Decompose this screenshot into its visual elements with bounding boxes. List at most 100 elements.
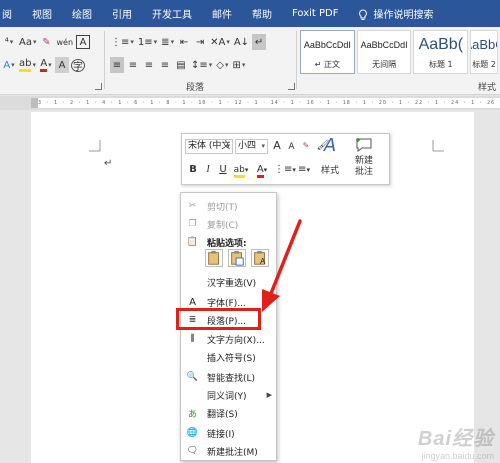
style-no-spacing[interactable]: AaBbCcDdI 无间隔 <box>356 30 412 74</box>
tab-developer[interactable]: 开发工具 <box>142 6 202 21</box>
bold-button[interactable]: B <box>187 163 199 177</box>
text-effects-icon[interactable]: A <box>2 57 16 73</box>
justify-icon[interactable]: ≡ <box>158 57 172 73</box>
borders-icon[interactable]: ⊞ <box>232 57 247 73</box>
paste-text-only-icon[interactable]: A <box>251 249 269 267</box>
line-spacing-icon[interactable]: ↕≡ <box>190 57 213 73</box>
mini-highlight-color-icon[interactable]: ab▾ <box>232 163 250 178</box>
align-right-icon[interactable]: ≡ <box>142 57 156 73</box>
change-case-label: Aa <box>19 36 32 48</box>
menu-item-link[interactable]: 🌐 链接(I) <box>181 424 276 442</box>
link-icon: 🌐 <box>186 428 199 438</box>
numbering-icon[interactable]: 1≡ <box>137 34 158 50</box>
tell-me-search[interactable]: 操作说明搜索 <box>348 6 443 21</box>
align-left-icon[interactable]: ≡ <box>110 57 124 73</box>
style-heading-2[interactable]: AaBbC 标题 2 <box>470 30 499 74</box>
menu-item-reconvert[interactable]: 汉字重选(V) <box>181 273 276 291</box>
style-normal[interactable]: AaBbCcDdI ↵ 正文 <box>300 30 355 74</box>
new-comment-icon[interactable] <box>355 138 373 152</box>
decrease-indent-icon[interactable]: ⇤ <box>177 34 191 50</box>
new-comment-label[interactable]: 新建 批注 <box>350 156 378 178</box>
menu-item-label: 智能查找(L) <box>207 373 256 384</box>
font-color-icon[interactable]: A <box>39 57 53 73</box>
menu-item-synonyms[interactable]: 同义词(Y) ▶ <box>181 386 276 404</box>
bullets-icon[interactable]: ⋮≡ <box>110 34 135 50</box>
highlight-color-icon[interactable]: ab <box>18 57 37 73</box>
group-separator <box>104 31 105 89</box>
mini-font-name-select[interactable]: 宋体 (中文 <box>185 139 233 154</box>
menu-item-label: 翻译(S) <box>207 409 238 420</box>
menu-item-smart-lookup[interactable]: 🔍 智能查找(L) <box>181 368 276 386</box>
style-name: ↵ 正文 <box>314 59 340 69</box>
paragraph-row-1: ⋮≡ 1≡ ≣ ⇤ ⇥ ✕A A↓ ↵ <box>110 33 267 51</box>
paste-merge-formatting-icon[interactable] <box>228 249 246 267</box>
font-row-1: ⁴ Aa ✎ wén A <box>2 33 91 51</box>
increase-indent-icon[interactable]: ⇥ <box>193 34 207 50</box>
phonetic-guide-button[interactable]: wén <box>55 34 74 50</box>
menu-item-insert-symbol[interactable]: 插入符号(S) <box>181 348 276 366</box>
font-row-2: A ab A A 字 <box>2 56 85 74</box>
watermark-sub: jingyan.baidu.com <box>421 451 494 461</box>
char-shading-icon[interactable]: A <box>55 57 69 73</box>
font-dialog-launcher-icon[interactable] <box>95 83 102 90</box>
menu-item-new-comment[interactable]: 🗨 新建批注(M) <box>181 442 276 460</box>
paste-options-row: A <box>205 249 269 267</box>
menu-item-label: 复制(C) <box>207 220 239 231</box>
tab-view[interactable]: 视图 <box>22 6 62 21</box>
shrink-font-button[interactable]: A <box>286 140 297 154</box>
sort-icon[interactable]: A↓ <box>233 34 250 50</box>
phonetic-icon[interactable]: ✎ <box>300 139 312 153</box>
paste-keep-formatting-icon[interactable] <box>205 249 223 267</box>
style-heading-1[interactable]: AaBb( 标题 1 <box>413 30 469 74</box>
align-center-icon[interactable]: ≡ <box>126 57 140 73</box>
mini-numbering-icon[interactable]: ≡▾ <box>295 163 313 177</box>
tab-review[interactable]: 阅 <box>0 6 22 21</box>
clear-format-icon[interactable]: ✎ <box>39 34 53 50</box>
margin-corner-mark-icon <box>89 140 101 152</box>
italic-button[interactable]: I <box>202 163 214 177</box>
menu-item-text-direction[interactable]: ⫼ 文字方向(X)... <box>181 330 276 348</box>
paragraph-dialog-launcher-icon[interactable] <box>288 83 295 90</box>
phonetic-label: wén <box>56 37 74 47</box>
tab-mailings[interactable]: 邮件 <box>202 6 242 21</box>
menu-item-cut[interactable]: ✂ 剪切(T) <box>181 197 276 215</box>
mini-bullets-icon[interactable]: ⋮≡▾ <box>274 163 296 177</box>
mini-font-size-select[interactable]: 小四 <box>235 139 268 154</box>
menu-item-copy[interactable]: ❐ 复制(C) <box>181 215 276 233</box>
style-preview: AaBbCcDdI <box>303 39 351 50</box>
horizontal-ruler[interactable]: 3 · 1 · 2 · 1 · 4 · 1 · 6 · 1 · 8 · 1 · … <box>0 96 500 110</box>
font-size-grow-shrink[interactable]: ⁴ <box>2 34 16 50</box>
menu-item-label: 新建批注(M) <box>207 447 258 458</box>
tab-references[interactable]: 引用 <box>102 6 142 21</box>
style-preview: AaBbC <box>471 37 497 52</box>
underline-button[interactable]: U <box>217 163 229 177</box>
change-case-button[interactable]: Aa <box>18 34 37 50</box>
char-border-button[interactable]: A <box>76 35 91 49</box>
tell-me-label: 操作说明搜索 <box>373 10 434 21</box>
group-separator <box>296 31 297 89</box>
clipboard-icon: 📋 <box>186 237 199 247</box>
show-marks-icon[interactable]: ↵ <box>252 34 267 50</box>
ruler-margin-left <box>31 98 38 108</box>
menu-item-label: 链接(I) <box>207 429 235 440</box>
paragraph-group-label: 段落 <box>186 83 205 93</box>
enclose-chars-icon[interactable]: 字 <box>71 58 85 73</box>
tab-foxit-pdf[interactable]: Foxit PDF <box>282 8 348 19</box>
shading-icon[interactable]: ◇ <box>215 57 229 73</box>
mini-styles-label[interactable]: 样式 <box>318 163 342 176</box>
chinese-layout-icon[interactable]: ✕A <box>209 34 231 50</box>
watermark-brand: Bai经验 <box>417 428 494 450</box>
menu-item-label: 同义词(Y) <box>207 391 247 402</box>
annotation-highlight-box <box>176 308 261 330</box>
mini-font-color-icon[interactable]: A▾ <box>253 163 271 178</box>
tab-help[interactable]: 帮助 <box>242 6 282 21</box>
menu-item-label: 粘贴选项: <box>207 238 247 249</box>
tab-draw[interactable]: 绘图 <box>62 6 102 21</box>
mini-styles-icon[interactable]: A <box>318 137 342 157</box>
grow-font-button[interactable]: A <box>271 139 283 153</box>
distributed-icon[interactable]: ▤ <box>174 57 188 73</box>
comment-icon: 🗨 <box>186 446 199 456</box>
menu-item-translate[interactable]: あ 翻译(S) <box>181 404 276 422</box>
multilevel-list-icon[interactable]: ≣ <box>160 34 175 50</box>
watermark-logo: Bai经验 jingyan.baidu.com <box>418 422 494 461</box>
